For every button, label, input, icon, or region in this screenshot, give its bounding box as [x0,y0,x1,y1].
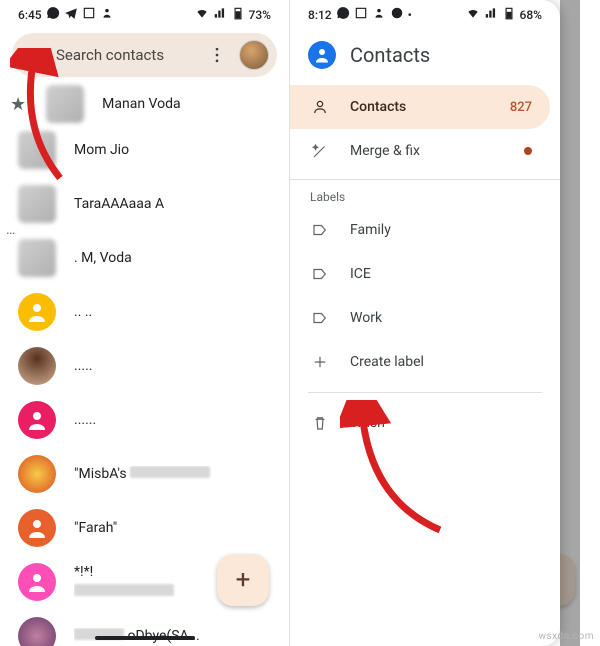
battery-icon [502,6,516,23]
add-contact-fab[interactable]: + [217,554,269,606]
contact-row[interactable]: Mom Jio [0,123,289,177]
drawer-item-contacts[interactable]: Contacts 827 [290,85,550,129]
star-icon: ★ [10,94,26,115]
wifi-icon [195,6,209,23]
contact-name: "MisbA's [74,466,277,482]
drawer-item-trash[interactable]: Trash [290,401,550,445]
status-bar: 8:12 • 68% [290,0,560,27]
drawer-item-label: ICE [350,266,371,282]
drawer-item-merge-fix[interactable]: Merge & fix [290,129,550,173]
signal-icon [213,6,227,23]
phone-contacts-list: 6:45 [0,0,290,646]
contact-avatar [18,185,56,223]
contact-row[interactable]: . M, Voda [0,231,289,285]
contact-avatar [18,563,56,601]
contact-name: Mom Jio [74,142,277,158]
contact-avatar [18,347,56,385]
drawer-label-ice[interactable]: ICE [290,252,550,296]
contact-name: .. .. [74,304,277,320]
drawer-item-label: Contacts [350,99,406,115]
drawer-item-label: Work [350,310,382,326]
trash-icon [310,413,330,433]
status-time: 8:12 [308,8,332,22]
person-icon [372,6,386,23]
favorite-contact[interactable]: Manan Voda [44,85,279,123]
drawer-header: Contacts [290,27,560,85]
photos-icon [82,6,96,23]
contact-row[interactable]: "Farah" [0,501,289,555]
contact-name: ..... [74,358,277,374]
contacts-count: 827 [510,100,532,115]
status-bar: 6:45 [0,0,289,27]
contact-avatar [46,85,84,123]
contact-avatar [18,509,56,547]
search-contacts-bar[interactable]: Search contacts [12,33,277,77]
drawer-item-label: Family [350,222,391,238]
person-outline-icon [310,97,330,117]
more-options-icon[interactable] [207,45,227,65]
contacts-app-icon [308,41,336,69]
plus-icon [310,352,330,372]
contact-name: Manan Voda [102,96,279,112]
drawer-scrim[interactable] [560,0,580,646]
whatsapp-icon [46,6,60,23]
drawer-label-work[interactable]: Work [290,296,550,340]
contact-avatar [18,239,56,277]
plus-icon: + [236,565,251,595]
battery-percent: 68% [520,8,542,22]
drawer-create-label[interactable]: Create label [290,340,550,384]
contact-name: . M, Voda [74,250,277,266]
battery-percent: 73% [249,8,271,22]
telegram-icon [64,6,78,23]
label-icon [310,264,330,284]
notification-dot [524,147,532,155]
label-icon [310,220,330,240]
magic-wand-icon [310,141,330,161]
photos-icon [354,6,368,23]
gesture-bar [95,636,195,640]
signal-icon [484,6,498,23]
drawer-item-label: Create label [350,354,424,370]
labels-section-header: Labels [290,179,560,208]
contact-row[interactable]: oDbye(SA... [0,609,289,646]
contact-row[interactable]: "MisbA's [0,447,289,501]
whatsapp-icon [336,6,350,23]
contact-name: TaraAAAaaa A [74,196,277,212]
contact-avatar [18,131,56,169]
contact-row[interactable]: TaraAAAaaa A [0,177,289,231]
phone-navigation-drawer: + 8:12 • 68% [290,0,580,646]
watermark: wsxdn.com [538,631,594,642]
section-indicator: … [6,222,16,238]
contact-row[interactable]: .. .. [0,285,289,339]
contact-avatar [18,617,56,646]
drawer-item-label: Trash [350,415,385,431]
label-icon [310,308,330,328]
hamburger-menu-icon[interactable] [24,45,44,65]
contact-avatar [18,293,56,331]
drawer-label-family[interactable]: Family [290,208,550,252]
contact-avatar [18,455,56,493]
wifi-icon [466,6,480,23]
search-placeholder: Search contacts [56,46,195,64]
contact-row[interactable]: ...... [0,393,289,447]
drawer-title: Contacts [350,43,430,67]
messenger-icon [390,6,404,23]
battery-icon [231,6,245,23]
contact-avatar [18,401,56,439]
divider [308,392,542,393]
contact-name: ...... [74,412,277,428]
contact-row[interactable]: ..... [0,339,289,393]
person-icon [100,6,114,23]
navigation-drawer: 8:12 • 68% Contacts [290,0,560,646]
contact-name: "Farah" [74,520,277,536]
account-avatar[interactable] [239,40,269,70]
status-time: 6:45 [18,8,42,22]
drawer-item-label: Merge & fix [350,143,420,159]
